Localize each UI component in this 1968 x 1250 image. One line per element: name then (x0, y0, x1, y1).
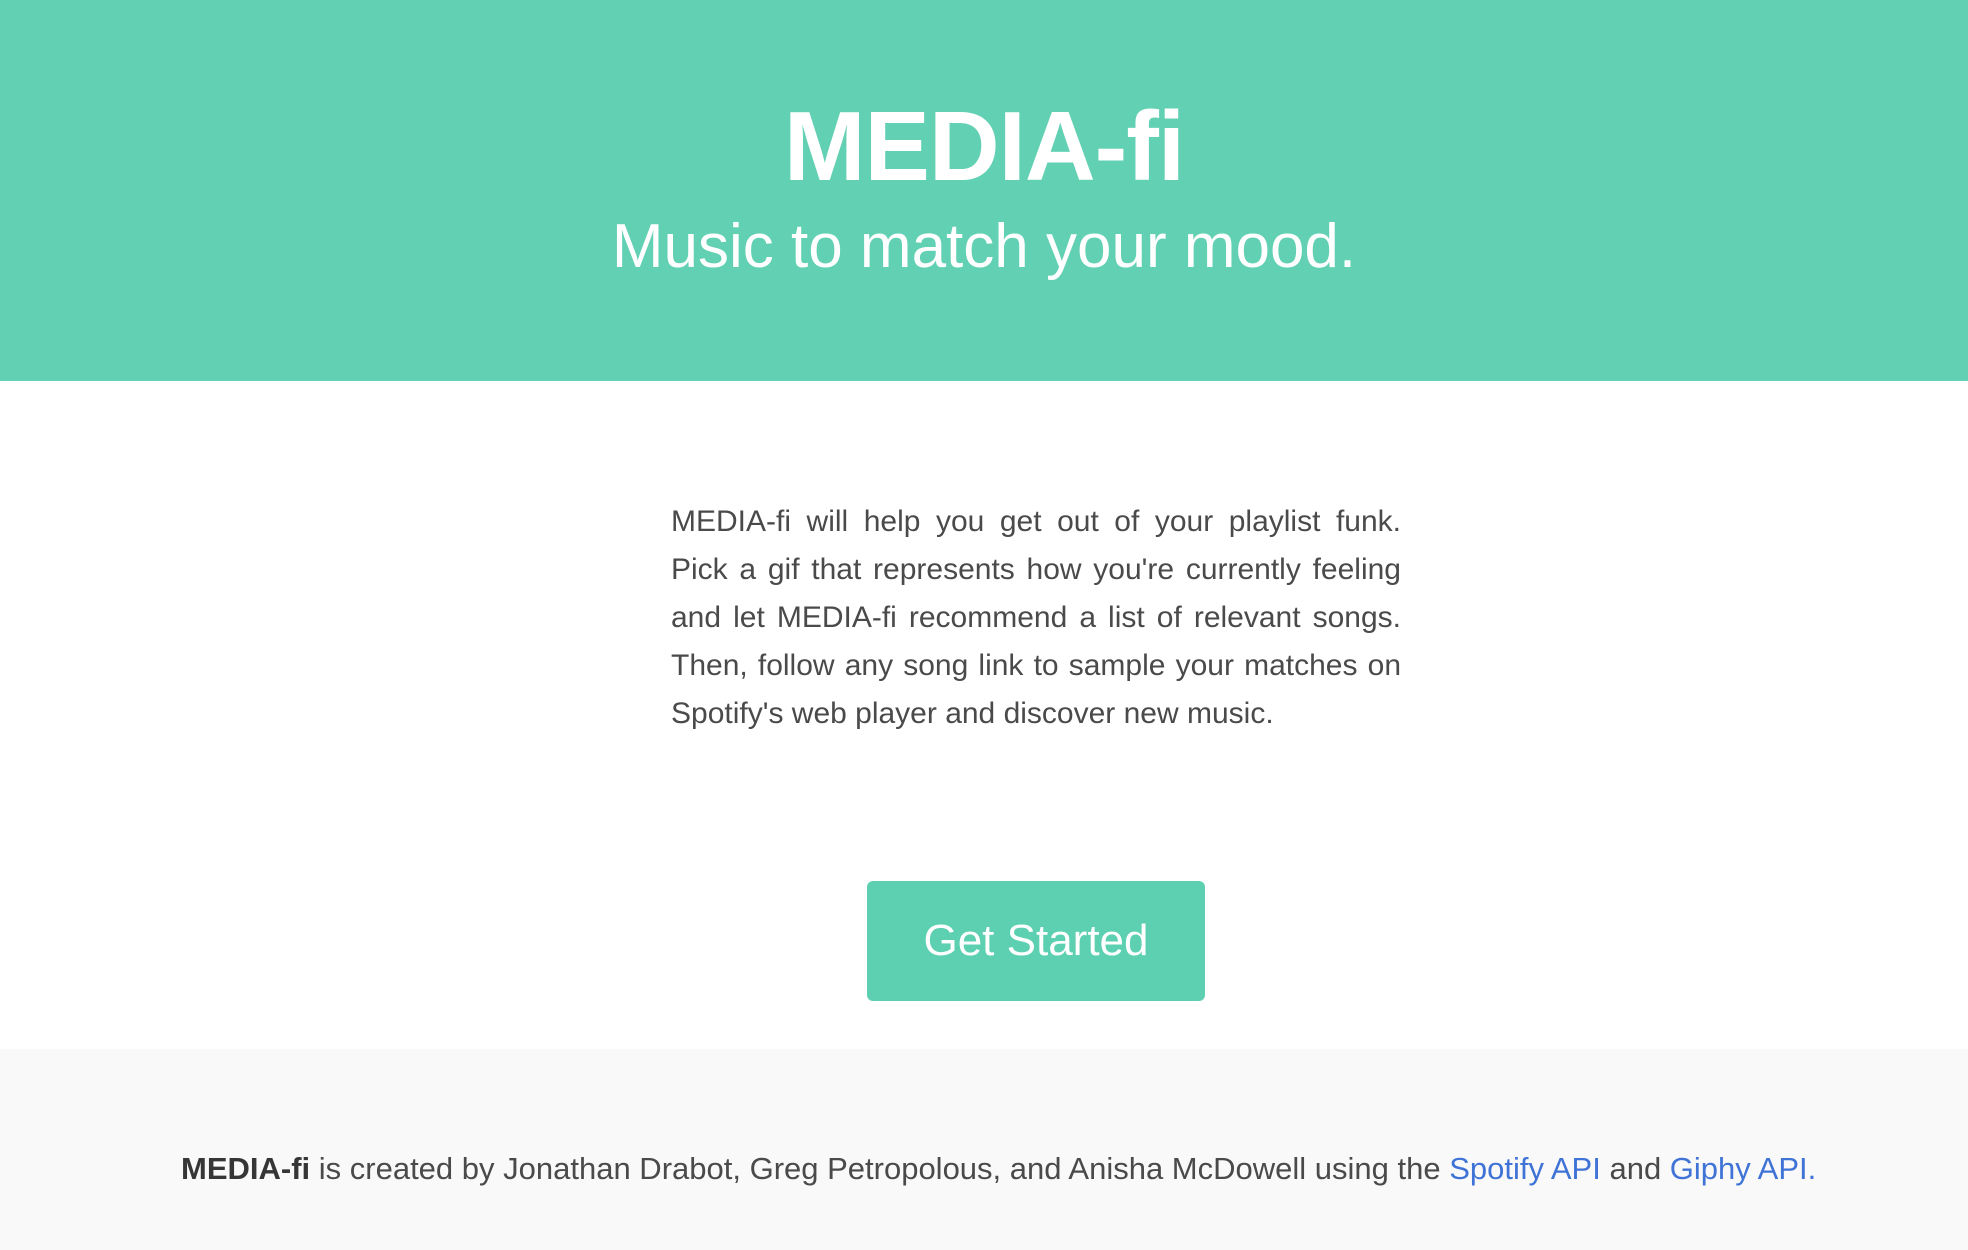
main-content: MEDIA-fi will help you get out of your p… (0, 381, 1968, 1049)
hero-banner: MEDIA-fi Music to match your mood. (0, 0, 1968, 381)
intro-description: MEDIA-fi will help you get out of your p… (671, 505, 1401, 730)
footer-and-text: and (1600, 1151, 1670, 1186)
footer-brand: MEDIA-fi (181, 1151, 311, 1186)
site-tagline: Music to match your mood. (611, 212, 1357, 281)
footer: MEDIA-fi is created by Jonathan Drabot, … (0, 1049, 1968, 1250)
footer-credits-text: is created by Jonathan Drabot, Greg Petr… (310, 1151, 1450, 1186)
get-started-button[interactable]: Get Started (867, 881, 1205, 1001)
giphy-api-link[interactable]: Giphy API. (1670, 1151, 1816, 1186)
site-title: MEDIA-fi (783, 91, 1185, 201)
footer-credits: MEDIA-fi is created by Jonathan Drabot, … (181, 1149, 1816, 1189)
spotify-api-link[interactable]: Spotify API (1449, 1151, 1601, 1186)
